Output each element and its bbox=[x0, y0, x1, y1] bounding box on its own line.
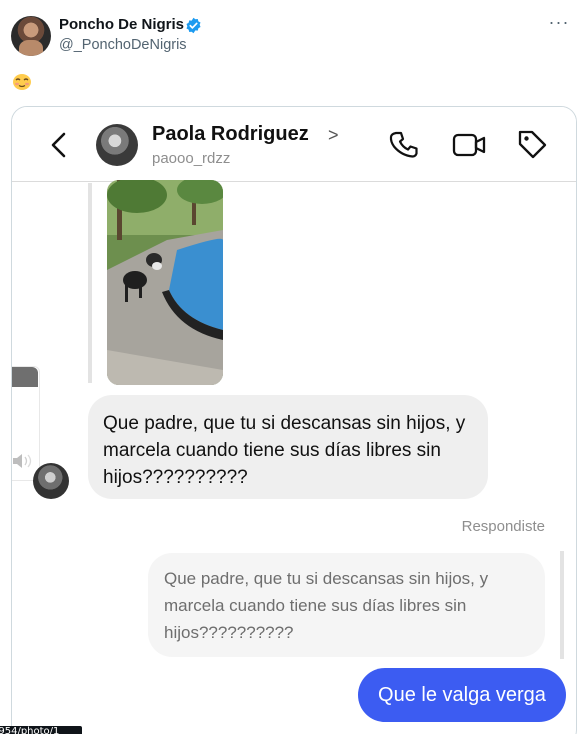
blushing-face-emoji-icon bbox=[13, 74, 31, 90]
chevron-right-icon: > bbox=[328, 125, 339, 145]
author-handle[interactable]: @_PonchoDeNigris bbox=[59, 37, 187, 53]
contact-username: paooo_rdzz bbox=[152, 150, 231, 167]
author-display-name[interactable]: Poncho De Nigris bbox=[59, 16, 184, 33]
sender-avatar[interactable] bbox=[33, 463, 69, 499]
verified-badge-icon bbox=[186, 17, 201, 34]
tag-label-icon[interactable] bbox=[516, 128, 548, 160]
quote-divider bbox=[560, 551, 564, 659]
contact-avatar[interactable] bbox=[96, 124, 138, 166]
tweet-header: Poncho De Nigris @_PonchoDeNigris ··· bbox=[11, 13, 571, 58]
replied-label: Respondiste bbox=[461, 518, 545, 535]
video-call-icon[interactable] bbox=[452, 130, 486, 160]
thread-divider bbox=[88, 183, 92, 383]
phone-call-icon[interactable] bbox=[389, 129, 421, 161]
volume-icon bbox=[13, 454, 32, 468]
quoted-message-bubble[interactable]: Que padre, que tu si descansas sin hijos… bbox=[148, 553, 545, 657]
outgoing-message-bubble[interactable]: Que le valga verga bbox=[358, 668, 566, 722]
tweet-media-image[interactable]: Paola Rodriguez > paooo_rdzz Que padre, … bbox=[11, 106, 577, 734]
dm-header: Paola Rodriguez > paooo_rdzz bbox=[12, 107, 576, 182]
shared-photo[interactable] bbox=[107, 180, 223, 385]
more-options-button[interactable]: ··· bbox=[547, 13, 571, 36]
contact-name[interactable]: Paola Rodriguez bbox=[152, 123, 309, 146]
status-url-fragment: 5954/photo/1 bbox=[0, 726, 82, 734]
back-arrow-icon[interactable] bbox=[48, 131, 70, 159]
incoming-message-bubble[interactable]: Que padre, que tu si descansas sin hijos… bbox=[88, 395, 488, 499]
author-avatar[interactable] bbox=[11, 16, 51, 56]
side-panel-tab bbox=[12, 367, 38, 387]
